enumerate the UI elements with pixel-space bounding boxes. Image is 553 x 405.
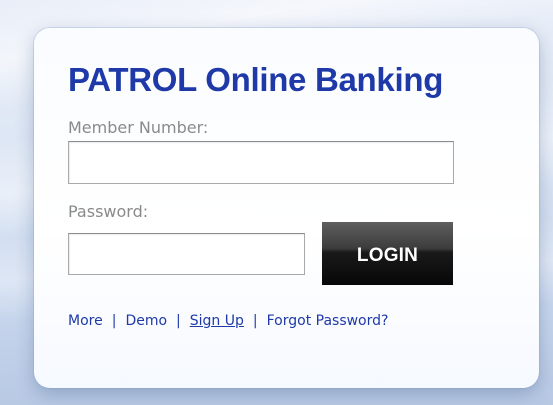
member-number-label: Member Number: (68, 118, 209, 137)
forgot-password-link[interactable]: Forgot Password? (267, 313, 389, 329)
member-number-input[interactable] (68, 141, 454, 184)
demo-link[interactable]: Demo (125, 313, 167, 329)
sign-up-link[interactable]: Sign Up (190, 313, 244, 329)
link-separator: | (111, 313, 117, 329)
password-input[interactable] (68, 233, 305, 275)
more-link[interactable]: More (68, 313, 103, 329)
password-label: Password: (68, 202, 149, 221)
link-separator: | (252, 313, 258, 329)
login-button-label: LOGIN (356, 244, 419, 266)
login-button[interactable]: LOGIN (322, 222, 453, 285)
link-separator: | (176, 313, 181, 329)
page-title: PATROL Online Banking (68, 61, 444, 98)
footer-links: More | Demo | Sign Up | Forgot Password? (68, 311, 388, 331)
